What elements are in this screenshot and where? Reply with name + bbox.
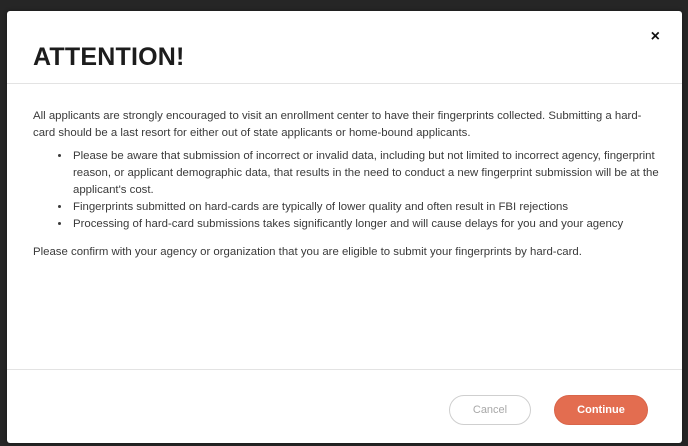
notice-item-invalid-data: Please be aware that submission of incor… — [71, 148, 661, 199]
dialog-title: ATTENTION! — [33, 43, 185, 71]
notice-item-processing: Processing of hard-card submissions take… — [71, 216, 661, 233]
intro-paragraph: All applicants are strongly encouraged t… — [33, 110, 642, 139]
dialog-body: All applicants are strongly encouraged t… — [33, 108, 661, 261]
dialog-header: ATTENTION! × — [7, 11, 682, 84]
cancel-button[interactable]: Cancel — [449, 395, 531, 425]
notice-list: Please be aware that submission of incor… — [33, 148, 661, 233]
confirm-paragraph: Please confirm with your agency or organ… — [33, 246, 582, 258]
continue-button[interactable]: Continue — [554, 395, 648, 425]
attention-dialog: ATTENTION! × All applicants are strongly… — [7, 11, 682, 443]
close-icon[interactable]: × — [651, 29, 660, 45]
notice-item-quality: Fingerprints submitted on hard-cards are… — [71, 199, 661, 216]
